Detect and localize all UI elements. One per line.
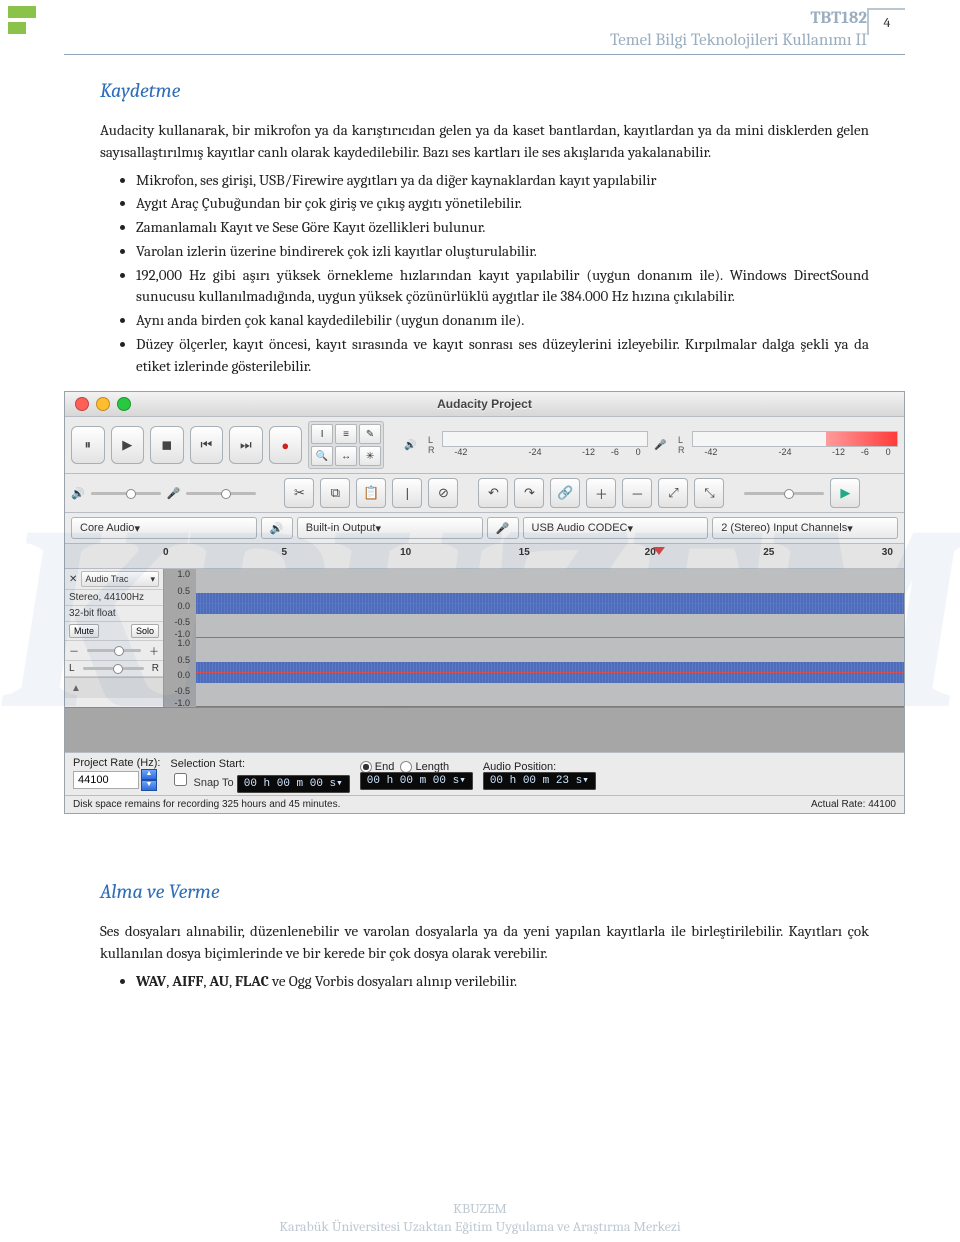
list-item: Zamanlamalı Kayıt ve Sese Göre Kayıt öze… xyxy=(136,217,869,239)
bullet-list-1: Mikrofon, ses girişi, USB/Firewire aygıt… xyxy=(136,170,869,378)
solo-button[interactable]: Solo xyxy=(131,624,159,638)
list-item: Varolan izlerin üzerine bindirerek çok i… xyxy=(136,241,869,263)
tracks-area: ✕ Audio Trac▾ Stereo, 44100Hz 32-bit floa… xyxy=(65,569,904,707)
list-item: Düzey ölçerler, kayıt öncesi, kayıt sıra… xyxy=(136,334,869,378)
playback-meter[interactable]: LR -42-24-12-60 xyxy=(428,431,648,459)
para-1: Audacity kullanarak, bir mikrofon ya da … xyxy=(100,120,869,164)
trim-button[interactable]: ⼁ xyxy=(392,478,422,508)
timeline-ruler[interactable]: 0 5 10 15 20 25 30 xyxy=(65,544,904,569)
audio-position-time[interactable]: 00 h 00 m 23 s▾ xyxy=(483,772,596,790)
record-meter[interactable]: LR -42-24-12-60 xyxy=(678,431,898,459)
heading-alma-verme: Alma ve Verme xyxy=(100,880,869,903)
track-format-1: Stereo, 44100Hz xyxy=(65,590,163,606)
redo-button[interactable]: ↷ xyxy=(514,478,544,508)
course-title: Temel Bilgi Teknolojileri Kullanımı II xyxy=(610,30,867,52)
playhead-marker[interactable] xyxy=(653,547,665,555)
cut-button[interactable]: ✂ xyxy=(284,478,314,508)
selection-start-label: Selection Start: xyxy=(170,758,349,770)
gain-slider[interactable] xyxy=(87,649,141,652)
draw-tool-icon[interactable]: ✎ xyxy=(359,424,381,444)
record-button[interactable]: ● xyxy=(269,426,303,464)
zoom-tool-icon[interactable]: 🔍 xyxy=(311,446,333,466)
playback-speed-slider[interactable] xyxy=(744,492,824,495)
play-at-speed-button[interactable]: ▶ xyxy=(830,478,860,508)
empty-track-area xyxy=(65,707,904,752)
snap-to-checkbox[interactable]: Snap To xyxy=(170,777,233,789)
track-control-panel: ✕ Audio Trac▾ Stereo, 44100Hz 32-bit floa… xyxy=(65,569,164,707)
host-select[interactable]: Core Audio▾ xyxy=(71,517,257,539)
list-item: Aynı anda birden çok kanal kaydedilebili… xyxy=(136,310,869,332)
output-device-select[interactable]: Built-in Output▾ xyxy=(297,517,483,539)
page-header: TBT182 Temel Bilgi Teknolojileri Kullanı… xyxy=(64,0,905,52)
list-item: 192,000 Hz gibi aşırı yüksek örnekleme h… xyxy=(136,265,869,309)
window-titlebar: Audacity Project xyxy=(65,392,904,417)
fit-selection-button[interactable]: ⤢ xyxy=(658,478,688,508)
edit-toolbar: 🔊 🎤 ✂ ⧉ 📋 ⼁ ⊘ ↶ ↷ 🔗 ＋ － ⤢ ⤡ ▶ xyxy=(65,474,904,513)
mute-button[interactable]: Mute xyxy=(69,624,99,638)
list-item: Mikrofon, ses girişi, USB/Firewire aygıt… xyxy=(136,170,869,192)
project-rate-label: Project Rate (Hz): xyxy=(73,757,160,769)
selection-end-time[interactable]: 00 h 00 m 00 s▾ xyxy=(360,772,473,790)
track-name-dropdown[interactable]: Audio Trac▾ xyxy=(81,571,159,587)
sync-lock-button[interactable]: 🔗 xyxy=(550,478,580,508)
play-button[interactable]: ▶ xyxy=(111,426,145,464)
track-format-2: 32-bit float xyxy=(65,606,163,622)
pan-slider[interactable] xyxy=(83,667,144,670)
heading-kaydetme: Kaydetme xyxy=(100,79,869,102)
status-bar: Disk space remains for recording 325 hou… xyxy=(65,795,904,813)
course-code: TBT182 xyxy=(610,8,867,30)
envelope-tool-icon[interactable]: ≡ xyxy=(335,424,357,444)
stop-button[interactable]: ◼ xyxy=(150,426,184,464)
list-item: Aygıt Araç Çubuğundan bir çok giriş ve ç… xyxy=(136,193,869,215)
selection-toolbar: Project Rate (Hz): ▲▼ Selection Start: S… xyxy=(65,752,904,795)
zoom-out-button[interactable]: － xyxy=(622,478,652,508)
device-toolbar: Core Audio▾ 🔊 Built-in Output▾ 🎤 USB Aud… xyxy=(65,513,904,544)
playback-meter-icon: 🔊 xyxy=(404,440,422,451)
skip-end-button[interactable]: ⏭ xyxy=(229,426,263,464)
collapse-track-icon[interactable]: ▲ xyxy=(65,677,163,698)
disk-space-status: Disk space remains for recording 325 hou… xyxy=(73,799,340,810)
tools-grid: I ≡ ✎ 🔍 ↔ ✳ xyxy=(308,421,384,469)
bullet-list-2: WAV, AIFF, AU, FLAC ve Ogg Vorbis dosyal… xyxy=(136,971,869,993)
page-footer: KBUZEM Karabük Üniversitesi Uzaktan Eğit… xyxy=(0,1200,960,1236)
output-volume-slider[interactable] xyxy=(91,492,161,495)
input-channels-select[interactable]: 2 (Stereo) Input Channels▾ xyxy=(712,517,898,539)
fit-project-button[interactable]: ⤡ xyxy=(694,478,724,508)
silence-button[interactable]: ⊘ xyxy=(428,478,458,508)
actual-rate-status: Actual Rate: 44100 xyxy=(811,799,896,810)
close-track-icon[interactable]: ✕ xyxy=(69,574,77,585)
para-2: Ses dosyaları alınabilir, düzenlenebilir… xyxy=(100,921,869,965)
zoom-in-button[interactable]: ＋ xyxy=(586,478,616,508)
timeshift-tool-icon[interactable]: ↔ xyxy=(335,446,357,466)
multi-tool-icon[interactable]: ✳ xyxy=(359,446,381,466)
undo-button[interactable]: ↶ xyxy=(478,478,508,508)
selection-tool-icon[interactable]: I xyxy=(311,424,333,444)
input-volume-slider[interactable] xyxy=(186,492,256,495)
waveform-display[interactable]: 1.00.50.0-0.5-1.0 1.00.50.0-0.5-1.0 xyxy=(164,569,904,707)
record-meter-icon: 🎤 xyxy=(654,440,672,451)
list-item: WAV, AIFF, AU, FLAC ve Ogg Vorbis dosyal… xyxy=(136,971,869,993)
project-rate-input[interactable]: ▲▼ xyxy=(73,769,157,791)
pause-button[interactable]: ⏸ xyxy=(71,426,105,464)
window-title: Audacity Project xyxy=(65,397,904,411)
copy-button[interactable]: ⧉ xyxy=(320,478,350,508)
transport-toolbar: ⏸ ▶ ◼ ⏮ ⏭ ● I ≡ ✎ 🔍 ↔ ✳ 🔊 LR xyxy=(65,417,904,474)
waveform-channel-left: 1.00.50.0-0.5-1.0 xyxy=(196,569,904,638)
selection-start-time[interactable]: 00 h 00 m 00 s▾ xyxy=(237,775,350,793)
page-number: 4 xyxy=(867,8,905,35)
skip-start-button[interactable]: ⏮ xyxy=(190,426,224,464)
paste-button[interactable]: 📋 xyxy=(356,478,386,508)
input-device-select[interactable]: USB Audio CODEC▾ xyxy=(523,517,709,539)
audacity-screenshot: Audacity Project ⏸ ▶ ◼ ⏮ ⏭ ● I ≡ ✎ 🔍 ↔ ✳… xyxy=(64,391,905,814)
waveform-channel-right: 1.00.50.0-0.5-1.0 xyxy=(196,638,904,707)
left-accent xyxy=(0,0,36,54)
